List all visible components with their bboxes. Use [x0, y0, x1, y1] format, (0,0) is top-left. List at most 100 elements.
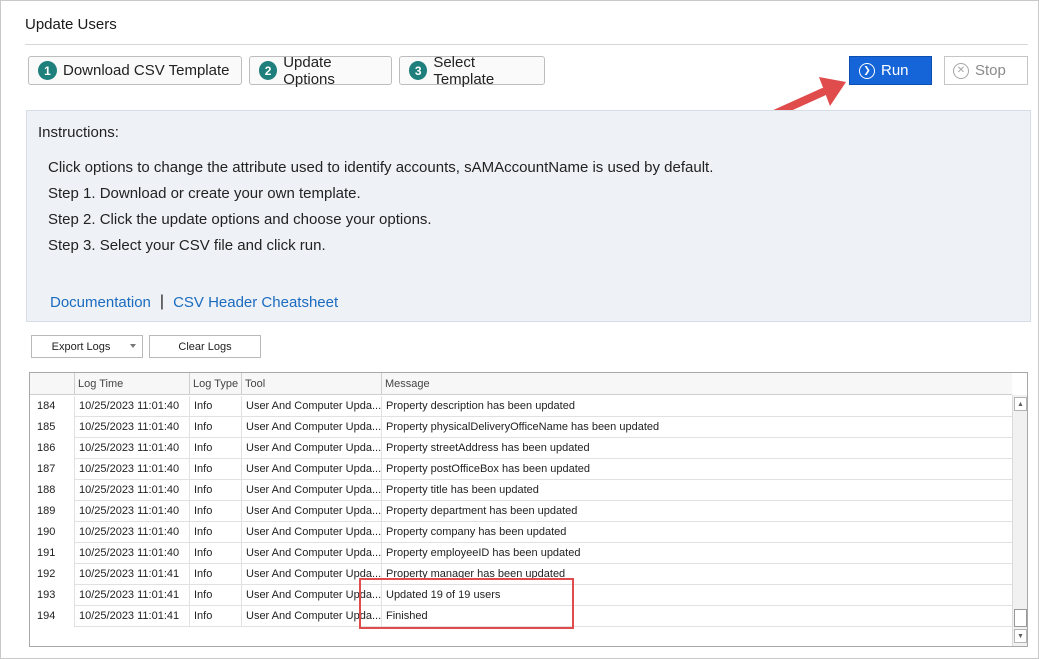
cell-log-type: Info — [189, 501, 241, 522]
row-number: 194 — [30, 606, 74, 627]
cell-log-type: Info — [189, 480, 241, 501]
cell-message: Property department has been updated — [381, 501, 1012, 522]
annotation-highlight-box — [359, 578, 574, 629]
instruction-line: Step 3. Select your CSV file and click r… — [48, 237, 326, 254]
select-template-label: Select Template — [433, 53, 495, 88]
clear-logs-button[interactable]: Clear Logs — [149, 335, 261, 358]
stop-label: Stop — [975, 62, 1006, 79]
link-separator: | — [159, 293, 165, 310]
table-row[interactable]: 184 10/25/2023 11:01:40 Info User And Compu… — [30, 396, 1012, 417]
row-number: 192 — [30, 564, 74, 585]
cell-tool: User And Computer Upda... — [241, 417, 381, 438]
table-row[interactable]: 191 10/25/2023 11:01:40 Info User And Compu… — [30, 543, 1012, 564]
row-number: 185 — [30, 417, 74, 438]
cell-tool: User And Computer Upda... — [241, 501, 381, 522]
export-logs-dropdown[interactable]: Export Logs — [31, 335, 143, 358]
cell-log-time: 10/25/2023 11:01:40 — [74, 396, 189, 417]
row-number: 184 — [30, 396, 74, 417]
cell-log-time: 10/25/2023 11:01:40 — [74, 543, 189, 564]
stop-circle-icon: ✕ — [953, 62, 969, 79]
cell-tool: User And Computer Upda... — [241, 522, 381, 543]
grid-header: Log Time Log Type Tool Message — [30, 373, 1012, 395]
chevron-down-icon — [130, 344, 136, 348]
row-number: 188 — [30, 480, 74, 501]
cell-message: Property postOfficeBox has been updated — [381, 459, 1012, 480]
cell-log-time: 10/25/2023 11:01:41 — [74, 564, 189, 585]
cell-tool: User And Computer Upda... — [241, 543, 381, 564]
export-logs-label: Export Logs — [51, 340, 111, 353]
table-row[interactable]: 187 10/25/2023 11:01:40 Info User And Compu… — [30, 459, 1012, 480]
cell-log-type: Info — [189, 438, 241, 459]
cell-message: Property description has been updated — [381, 396, 1012, 417]
cell-log-type: Info — [189, 543, 241, 564]
cell-tool: User And Computer Upda... — [241, 396, 381, 417]
download-csv-template-button[interactable]: 1 Download CSV Template — [28, 56, 242, 85]
run-button[interactable]: ❯ Run — [849, 56, 932, 85]
clear-logs-label: Clear Logs — [178, 340, 232, 353]
table-row[interactable]: 188 10/25/2023 11:01:40 Info User And Compu… — [30, 480, 1012, 501]
instruction-line: Click options to change the attribute us… — [48, 159, 714, 176]
row-number: 189 — [30, 501, 74, 522]
step-3-badge: 3 — [409, 61, 428, 80]
instructions-heading: Instructions: — [38, 124, 119, 141]
column-header-log-type[interactable]: Log Type — [189, 373, 241, 395]
row-number: 186 — [30, 438, 74, 459]
cell-log-type: Info — [189, 564, 241, 585]
window-title: Update Users — [25, 16, 117, 33]
scroll-down-icon[interactable]: ▼ — [1014, 629, 1027, 643]
row-number: 187 — [30, 459, 74, 480]
update-options-button[interactable]: 2 Update Options — [249, 53, 392, 88]
cell-log-time: 10/25/2023 11:01:40 — [74, 438, 189, 459]
cell-log-type: Info — [189, 606, 241, 627]
cell-tool: User And Computer Upda... — [241, 480, 381, 501]
update-users-window: Update Users 1 Download CSV Template 2 U… — [0, 0, 1039, 659]
cell-message: Property company has been updated — [381, 522, 1012, 543]
run-label: Run — [881, 62, 909, 79]
instruction-line: Step 1. Download or create your own temp… — [48, 185, 361, 202]
cell-log-type: Info — [189, 459, 241, 480]
row-number: 191 — [30, 543, 74, 564]
cell-log-type: Info — [189, 417, 241, 438]
cell-message: Property physicalDeliveryOfficeName has … — [381, 417, 1012, 438]
scrollbar-thumb[interactable] — [1014, 609, 1027, 627]
documentation-link[interactable]: Documentation — [50, 294, 151, 311]
cell-message: Property employeeID has been updated — [381, 543, 1012, 564]
stop-button[interactable]: ✕ Stop — [944, 56, 1028, 85]
column-header-log-time[interactable]: Log Time — [74, 373, 189, 395]
title-divider — [25, 44, 1028, 45]
cell-message: Property streetAddress has been updated — [381, 438, 1012, 459]
column-header-message[interactable]: Message — [381, 373, 1012, 395]
table-row[interactable]: 186 10/25/2023 11:01:40 Info User And Compu… — [30, 438, 1012, 459]
scroll-up-icon[interactable]: ▲ — [1014, 397, 1027, 411]
cell-log-time: 10/25/2023 11:01:40 — [74, 459, 189, 480]
help-links: Documentation | CSV Header Cheatsheet — [50, 293, 338, 311]
instructions-panel: Instructions: Click options to change th… — [26, 110, 1031, 322]
cell-log-time: 10/25/2023 11:01:40 — [74, 480, 189, 501]
cell-log-type: Info — [189, 396, 241, 417]
cell-log-time: 10/25/2023 11:01:40 — [74, 417, 189, 438]
instruction-line: Step 2. Click the update options and cho… — [48, 211, 432, 228]
cell-log-type: Info — [189, 585, 241, 606]
update-options-label: Update Options — [283, 53, 335, 88]
cell-log-time: 10/25/2023 11:01:40 — [74, 501, 189, 522]
table-row[interactable]: 190 10/25/2023 11:01:40 Info User And Compu… — [30, 522, 1012, 543]
cell-log-type: Info — [189, 522, 241, 543]
download-csv-template-label: Download CSV Template — [63, 62, 230, 79]
play-circle-icon: ❯ — [859, 62, 875, 79]
step-1-badge: 1 — [38, 61, 57, 80]
cell-tool: User And Computer Upda... — [241, 459, 381, 480]
cell-log-time: 10/25/2023 11:01:40 — [74, 522, 189, 543]
select-template-button[interactable]: 3 Select Template — [399, 53, 545, 88]
cell-tool: User And Computer Upda... — [241, 438, 381, 459]
row-number: 193 — [30, 585, 74, 606]
cell-log-time: 10/25/2023 11:01:41 — [74, 585, 189, 606]
table-row[interactable]: 189 10/25/2023 11:01:40 Info User And Compu… — [30, 501, 1012, 522]
table-row[interactable]: 185 10/25/2023 11:01:40 Info User And Compu… — [30, 417, 1012, 438]
row-number: 190 — [30, 522, 74, 543]
csv-header-cheatsheet-link[interactable]: CSV Header Cheatsheet — [173, 294, 338, 311]
cell-message: Property title has been updated — [381, 480, 1012, 501]
cell-log-time: 10/25/2023 11:01:41 — [74, 606, 189, 627]
step-2-badge: 2 — [259, 61, 278, 80]
vertical-scrollbar[interactable]: ▲ ▼ — [1012, 395, 1027, 646]
column-header-tool[interactable]: Tool — [241, 373, 381, 395]
